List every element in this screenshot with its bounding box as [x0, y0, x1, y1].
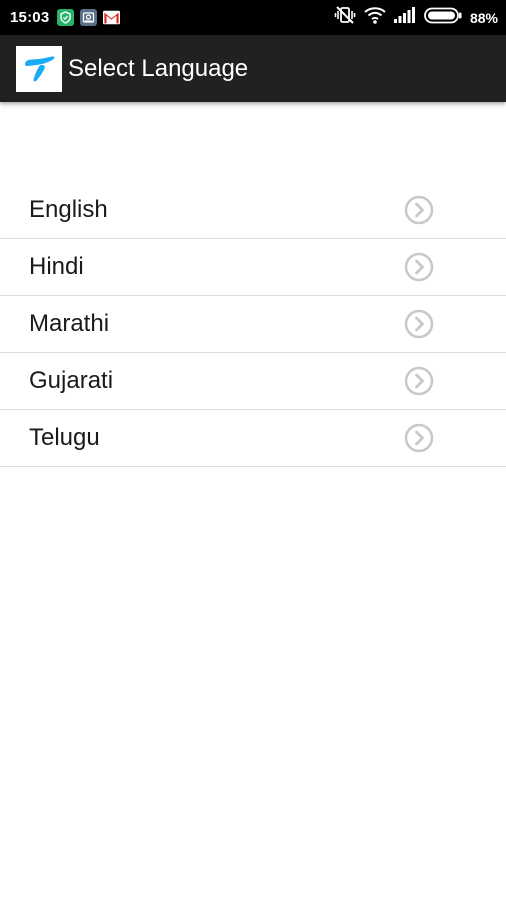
chevron-right-circle-icon [404, 195, 434, 225]
language-item-gujarati[interactable]: Gujarati [0, 353, 506, 410]
battery-percent: 88% [469, 9, 498, 26]
wifi-icon [364, 6, 386, 29]
battery-icon [424, 7, 462, 29]
shield-icon [57, 9, 75, 26]
language-label: Telugu [29, 424, 100, 451]
language-item-english[interactable]: English [0, 182, 506, 239]
chevron-right-circle-icon [404, 366, 434, 396]
language-label: Marathi [29, 310, 110, 337]
photo-icon [80, 9, 98, 26]
chevron-right-circle-icon [404, 423, 434, 453]
notification-icons [57, 9, 121, 26]
language-list: English Hindi Marathi Gujarati Telugu [0, 182, 506, 467]
language-label: Gujarati [29, 367, 114, 394]
language-label: English [29, 196, 108, 223]
language-item-telugu[interactable]: Telugu [0, 410, 506, 467]
vibrate-off-icon [334, 5, 356, 30]
chevron-right-circle-icon [404, 252, 434, 282]
chevron-right-circle-icon [404, 309, 434, 339]
language-item-marathi[interactable]: Marathi [0, 296, 506, 353]
status-bar: 15:03 88% [0, 0, 506, 35]
gmail-icon [103, 9, 121, 26]
telenor-logo-icon [16, 45, 62, 92]
language-label: Hindi [29, 253, 84, 280]
status-time: 15:03 [10, 9, 50, 26]
system-status-icons: 88% [334, 5, 498, 30]
page-title: Select Language [68, 54, 249, 82]
signal-icon [393, 7, 416, 28]
action-bar: Select Language [0, 35, 506, 102]
language-item-hindi[interactable]: Hindi [0, 239, 506, 296]
